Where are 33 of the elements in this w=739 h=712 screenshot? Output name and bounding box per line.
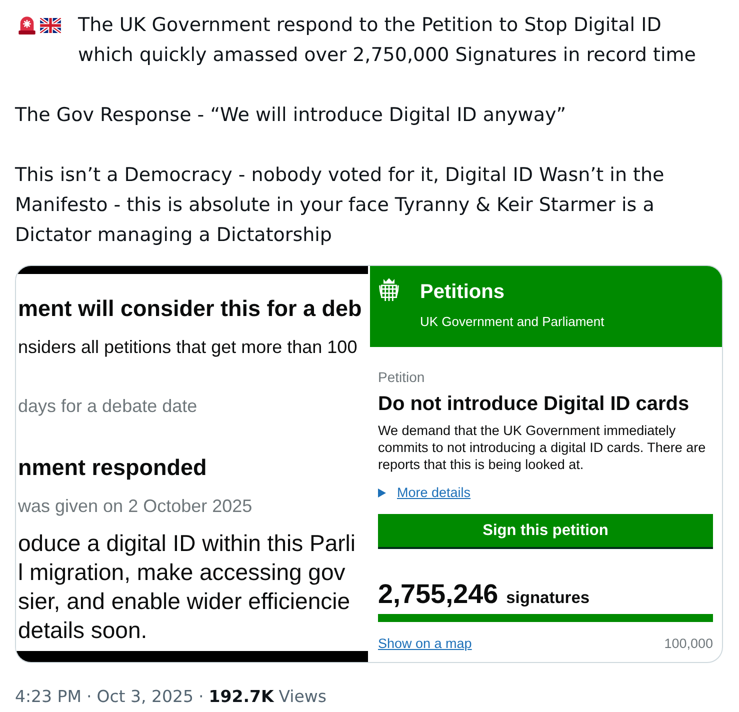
- paragraph-text: l migration, make accessing gov: [18, 558, 346, 587]
- caret-icon: [378, 488, 386, 498]
- site-subtitle: UK Government and Parliament: [420, 313, 604, 331]
- time-link[interactable]: 4:23 PM: [15, 687, 82, 707]
- show-on-map-link[interactable]: Show on a map: [378, 635, 472, 653]
- views-label: Views: [278, 687, 326, 707]
- signature-count: 2,755,246: [378, 578, 498, 610]
- petition-title: Do not introduce Digital ID cards: [378, 392, 690, 417]
- site-title: Petitions: [420, 280, 504, 304]
- separator-text: ·: [86, 687, 92, 707]
- petition-description: We demand that the UK Government immediately commits to not introducing a digital ID cards. There are reports that this is being looked at.: [378, 422, 707, 473]
- tweet-text: The Gov Response - “We will introduce Digital ID anyway”: [15, 104, 566, 126]
- flag-icon: [40, 18, 61, 32]
- separator-text: ·: [198, 687, 204, 707]
- more-details-link[interactable]: More details: [378, 484, 471, 502]
- caption-text: days for a debate date: [18, 395, 198, 418]
- views-count: 192.7K: [208, 687, 274, 707]
- heading-text: ment will consider this for a deb: [18, 295, 362, 323]
- siren-icon: [17, 15, 37, 35]
- caption-text: was given on 2 October 2025: [18, 495, 252, 518]
- sign-petition-button[interactable]: Sign this petition: [378, 514, 713, 549]
- paragraph-text: details soon.: [18, 616, 148, 645]
- heading-text: nment responded: [18, 454, 207, 482]
- signature-label: signatures: [506, 588, 590, 608]
- tweet-text: The UK Government respond to the Petition to Stop Digital ID which quickly amassed over 2,750,000 Signatures in record time: [78, 13, 697, 68]
- section-label: Petition: [378, 368, 425, 386]
- threshold-text: 100,000: [664, 635, 713, 653]
- portcullis-icon: [378, 278, 400, 302]
- tweet-text: This isn’t a Democracy - nobody voted for it, Digital ID Wasn’t in the Manifesto - this is absolute in your face Tyranny & Keir Starmer is a Dictator managing a Dictatorship: [15, 164, 664, 246]
- date-link[interactable]: Oct 3, 2025: [96, 687, 194, 707]
- paragraph-text: oduce a digital ID within this Parli: [18, 529, 356, 558]
- paragraph-text: sier, and enable wider efficiencie: [18, 587, 350, 616]
- body-text: nsiders all petitions that get more than 100: [18, 336, 358, 359]
